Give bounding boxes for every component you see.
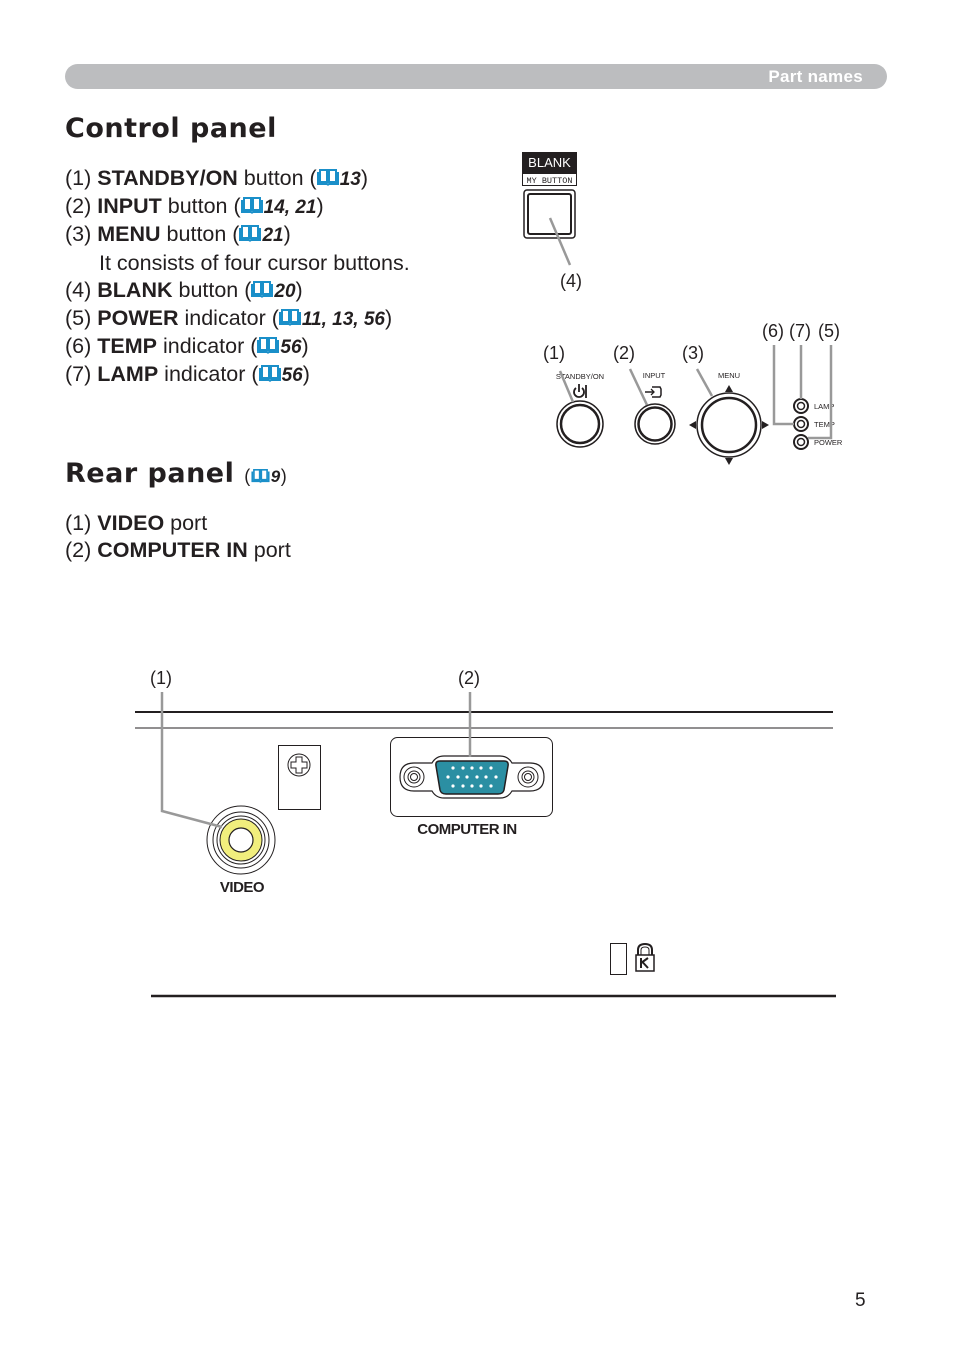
power-label: POWER	[814, 438, 843, 447]
list-item: (2) COMPUTER IN port	[65, 537, 291, 564]
cursor-down-icon	[725, 458, 733, 465]
control-panel-diagram: BLANK MY BUTTON (4) (1) (2) (3) (6) (7) …	[522, 152, 843, 465]
indicator-lamp	[793, 398, 809, 414]
indicator-temp	[793, 416, 809, 432]
menu-label: MENU	[718, 371, 740, 380]
callout-7: (7)	[789, 321, 811, 341]
callout-6: (6)	[762, 321, 784, 341]
indicator-power	[793, 434, 809, 450]
rear-panel-list: (1) VIDEO port (2) COMPUTER IN port	[65, 510, 291, 564]
blank-button-inner	[527, 193, 572, 235]
callout-5: (5)	[818, 321, 840, 341]
input-symbol-icon	[645, 386, 662, 398]
callout-line-6	[772, 345, 794, 426]
blank-label: BLANK	[528, 155, 571, 170]
item-number: (2)	[65, 538, 92, 563]
callout-2: (2)	[613, 343, 635, 363]
standby-button	[559, 403, 601, 445]
item-name: COMPUTER IN	[97, 538, 248, 563]
book-reference-icon[interactable]	[251, 469, 270, 483]
cursor-left-icon	[689, 421, 696, 429]
power-symbol-icon	[573, 384, 587, 398]
callout-line-3	[695, 368, 714, 397]
page-number: 5	[855, 1290, 866, 1311]
item-name: VIDEO	[97, 511, 165, 535]
rear-panel-title-row: Rear panel (9)	[65, 458, 287, 489]
item-suffix: port	[164, 511, 208, 535]
rear-panel-reference: (9)	[244, 466, 287, 486]
input-label: INPUT	[643, 371, 666, 380]
input-button	[637, 406, 673, 442]
item-number: (1)	[65, 511, 92, 535]
menu-button	[700, 396, 758, 454]
cursor-right-icon	[762, 421, 769, 429]
callout-1: (1)	[543, 343, 565, 363]
callout-4: (4)	[560, 271, 582, 291]
rear-panel-title: Rear panel	[65, 458, 235, 489]
item-suffix: port	[247, 538, 291, 563]
cursor-up-icon	[725, 385, 733, 392]
blank-button: BLANK MY BUTTON	[522, 152, 577, 266]
page-reference[interactable]: 9	[271, 467, 281, 486]
my-button-label: MY BUTTON	[527, 176, 573, 186]
callout-3: (3)	[682, 343, 704, 363]
list-item: (1) VIDEO port	[65, 510, 291, 537]
ref-close: )	[280, 466, 288, 486]
